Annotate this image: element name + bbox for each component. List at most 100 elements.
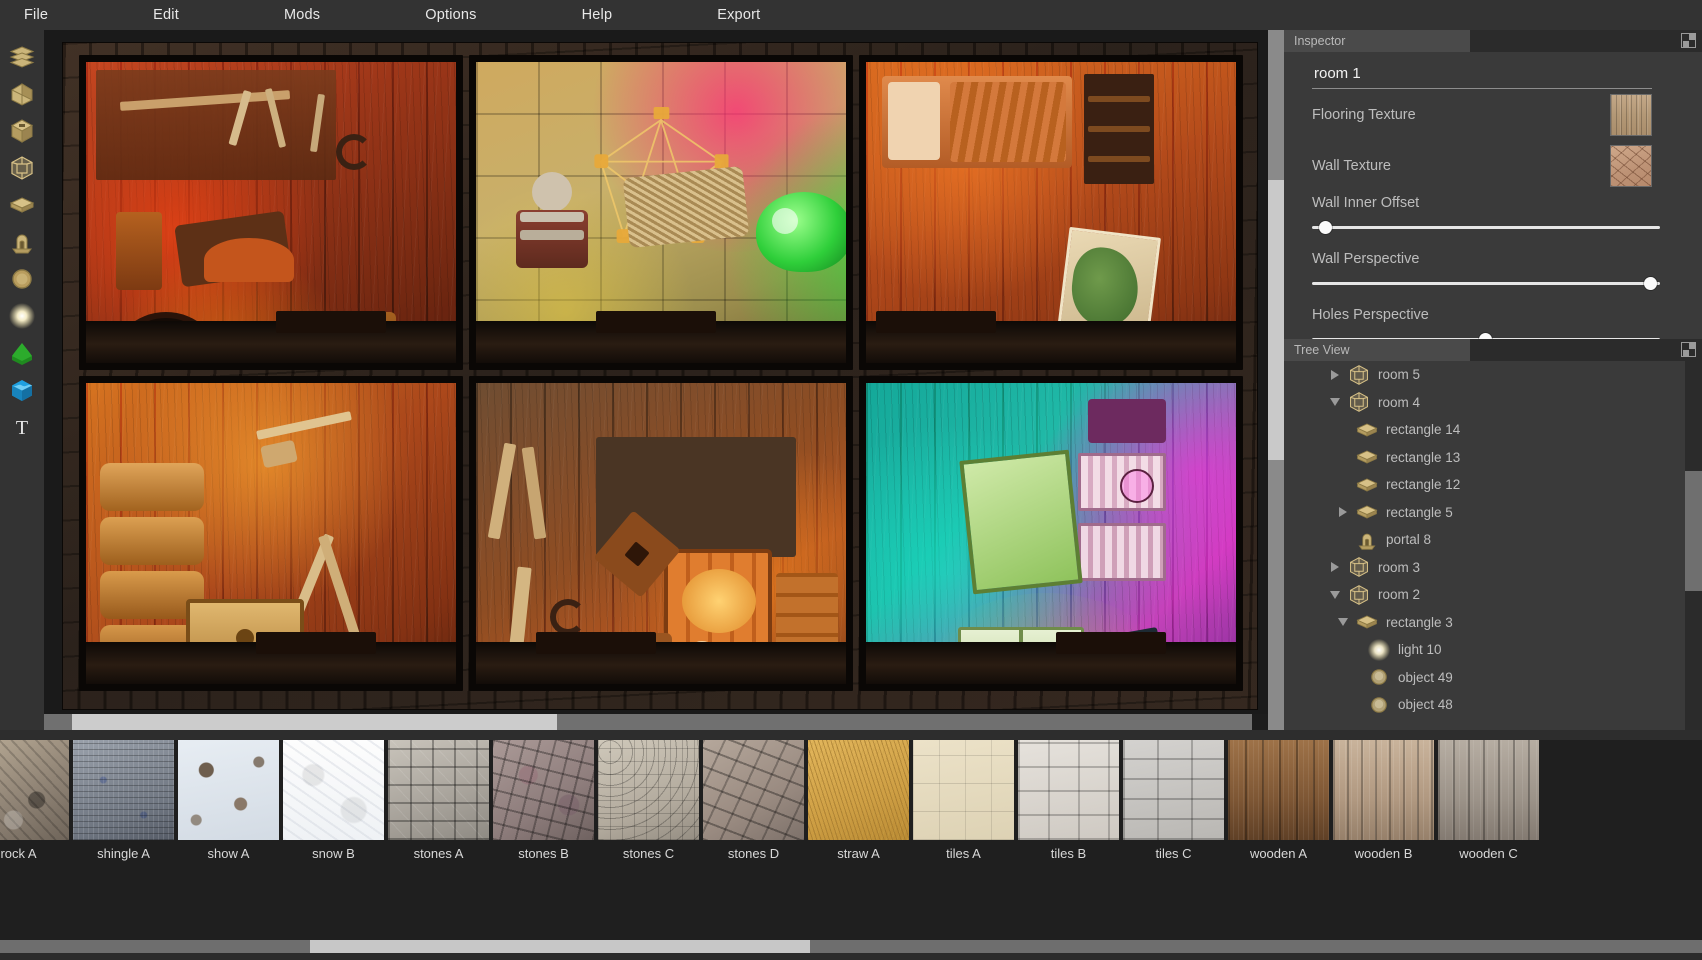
texture-item-wooden-c[interactable]: wooden C [1438, 740, 1539, 861]
flooring-texture-swatch[interactable] [1610, 93, 1652, 136]
slider-track-area[interactable] [1312, 221, 1660, 235]
water-blue-icon[interactable] [0, 371, 44, 408]
cube-icon[interactable] [0, 112, 44, 149]
twisty-collapsed-icon[interactable] [1332, 499, 1354, 526]
texture-thumbnail[interactable] [388, 740, 489, 840]
tree-view-body[interactable]: room 5 room 4 rectangle 14 rectangle 13 … [1284, 361, 1702, 730]
scrollbar-thumb[interactable] [1268, 180, 1284, 460]
texture-item-show-a[interactable]: show A [178, 740, 279, 861]
3d-scene-viewport[interactable] [44, 30, 1268, 730]
texture-thumbnail[interactable] [703, 740, 804, 840]
pillow-prop [888, 82, 940, 160]
texture-thumbnail[interactable] [493, 740, 594, 840]
tree-view-tab[interactable]: Tree View [1284, 339, 1470, 361]
scene-canvas[interactable] [62, 42, 1258, 710]
rectangle-icon[interactable] [0, 186, 44, 223]
tree-node-object-48[interactable]: object 48 [1284, 691, 1702, 719]
expand-icon[interactable] [1681, 33, 1696, 48]
texture-item-stones-a[interactable]: stones A [388, 740, 489, 861]
portal-icon[interactable] [0, 223, 44, 260]
texture-item-rock-a[interactable]: rock A [0, 740, 69, 861]
menu-mods[interactable]: Mods [274, 3, 330, 27]
tree-node-label: rectangle 12 [1386, 477, 1461, 492]
menu-options[interactable]: Options [415, 3, 486, 27]
texture-item-stones-c[interactable]: stones C [598, 740, 699, 861]
texture-item-wooden-a[interactable]: wooden A [1228, 740, 1329, 861]
scrollbar-thumb[interactable] [1685, 471, 1702, 591]
menu-file[interactable]: File [14, 3, 58, 27]
tree-view-scrollbar[interactable] [1685, 361, 1702, 730]
text-icon[interactable]: T [0, 408, 44, 445]
slider-label: Holes Perspective [1312, 307, 1429, 323]
texture-thumbnail[interactable] [1438, 740, 1539, 840]
texture-item-tiles-a[interactable]: tiles A [913, 740, 1014, 861]
texture-item-straw-a[interactable]: straw A [808, 740, 909, 861]
expand-icon[interactable] [1681, 342, 1696, 357]
tree-node-portal-8[interactable]: portal 8 [1284, 526, 1702, 554]
right-dock-vertical-scrollbar[interactable] [1268, 30, 1284, 730]
room-cell-6[interactable] [859, 376, 1243, 691]
texture-item-tiles-b[interactable]: tiles B [1018, 740, 1119, 861]
texture-thumbnail[interactable] [178, 740, 279, 840]
twisty-collapsed-icon[interactable] [1324, 554, 1346, 581]
texture-item-wooden-b[interactable]: wooden B [1333, 740, 1434, 861]
texture-thumbnail[interactable] [913, 740, 1014, 840]
slider-knob[interactable] [1644, 277, 1658, 290]
house-icon[interactable] [0, 75, 44, 112]
tree-node-rectangle-14[interactable]: rectangle 14 [1284, 416, 1702, 444]
room-cell-1[interactable] [79, 55, 463, 370]
scrollbar-thumb[interactable] [72, 714, 557, 730]
texture-thumbnail[interactable] [73, 740, 174, 840]
tree-node-light-10[interactable]: light 10 [1284, 636, 1702, 664]
texture-item-shingle-a[interactable]: shingle A [73, 740, 174, 861]
tree-node-room-2[interactable]: room 2 [1284, 581, 1702, 609]
wall-texture-swatch[interactable] [1610, 144, 1652, 187]
menu-export[interactable]: Export [707, 3, 770, 27]
room-cell-2[interactable] [469, 55, 853, 370]
object-icon[interactable] [0, 260, 44, 297]
menu-help[interactable]: Help [572, 3, 623, 27]
texture-item-snow-b[interactable]: snow B [283, 740, 384, 861]
texture-thumbnail[interactable] [1333, 740, 1434, 840]
tree-node-room-3[interactable]: room 3 [1284, 554, 1702, 582]
tree-node-object-49[interactable]: object 49 [1284, 664, 1702, 692]
tree-node-rectangle-5[interactable]: rectangle 5 [1284, 499, 1702, 527]
light-icon[interactable] [0, 297, 44, 334]
slider-knob[interactable] [1318, 221, 1332, 234]
tree-node-room-4[interactable]: room 4 [1284, 389, 1702, 417]
object-name-field[interactable]: room 1 [1312, 62, 1652, 89]
tree-node-rectangle-12[interactable]: rectangle 12 [1284, 471, 1702, 499]
tree-node-room-5[interactable]: room 5 [1284, 361, 1702, 389]
texture-thumbnail[interactable] [1018, 740, 1119, 840]
terrain-green-icon[interactable] [0, 334, 44, 371]
texture-label: show A [207, 846, 250, 861]
texture-thumbnail[interactable] [808, 740, 909, 840]
scrollbar-thumb[interactable] [310, 940, 810, 953]
texture-label: tiles A [946, 846, 981, 861]
texture-item-tiles-c[interactable]: tiles C [1123, 740, 1224, 861]
twisty-expanded-icon[interactable] [1324, 389, 1346, 416]
texture-thumbnail[interactable] [1228, 740, 1329, 840]
slider-track-area[interactable] [1312, 277, 1660, 291]
twisty-expanded-icon[interactable] [1332, 609, 1354, 636]
texture-thumbnail[interactable] [598, 740, 699, 840]
room-icon [1346, 555, 1372, 579]
texture-item-stones-b[interactable]: stones B [493, 740, 594, 861]
texture-thumbnail[interactable] [1123, 740, 1224, 840]
room-cell-5[interactable] [469, 376, 853, 691]
room-icon[interactable] [0, 149, 44, 186]
room-cell-4[interactable] [79, 376, 463, 691]
texture-item-stones-d[interactable]: stones D [703, 740, 804, 861]
tree-node-rectangle-13[interactable]: rectangle 13 [1284, 444, 1702, 472]
palette-horizontal-scrollbar[interactable] [0, 940, 1702, 953]
twisty-expanded-icon[interactable] [1324, 581, 1346, 608]
viewport-horizontal-scrollbar[interactable] [44, 714, 1268, 730]
twisty-collapsed-icon[interactable] [1324, 361, 1346, 388]
texture-thumbnail[interactable] [283, 740, 384, 840]
room-cell-3[interactable] [859, 55, 1243, 370]
menu-edit[interactable]: Edit [143, 3, 189, 27]
inspector-tab[interactable]: Inspector [1284, 30, 1470, 52]
texture-thumbnail[interactable] [0, 740, 69, 840]
layers-icon[interactable] [0, 38, 44, 75]
tree-node-rectangle-3[interactable]: rectangle 3 [1284, 609, 1702, 637]
